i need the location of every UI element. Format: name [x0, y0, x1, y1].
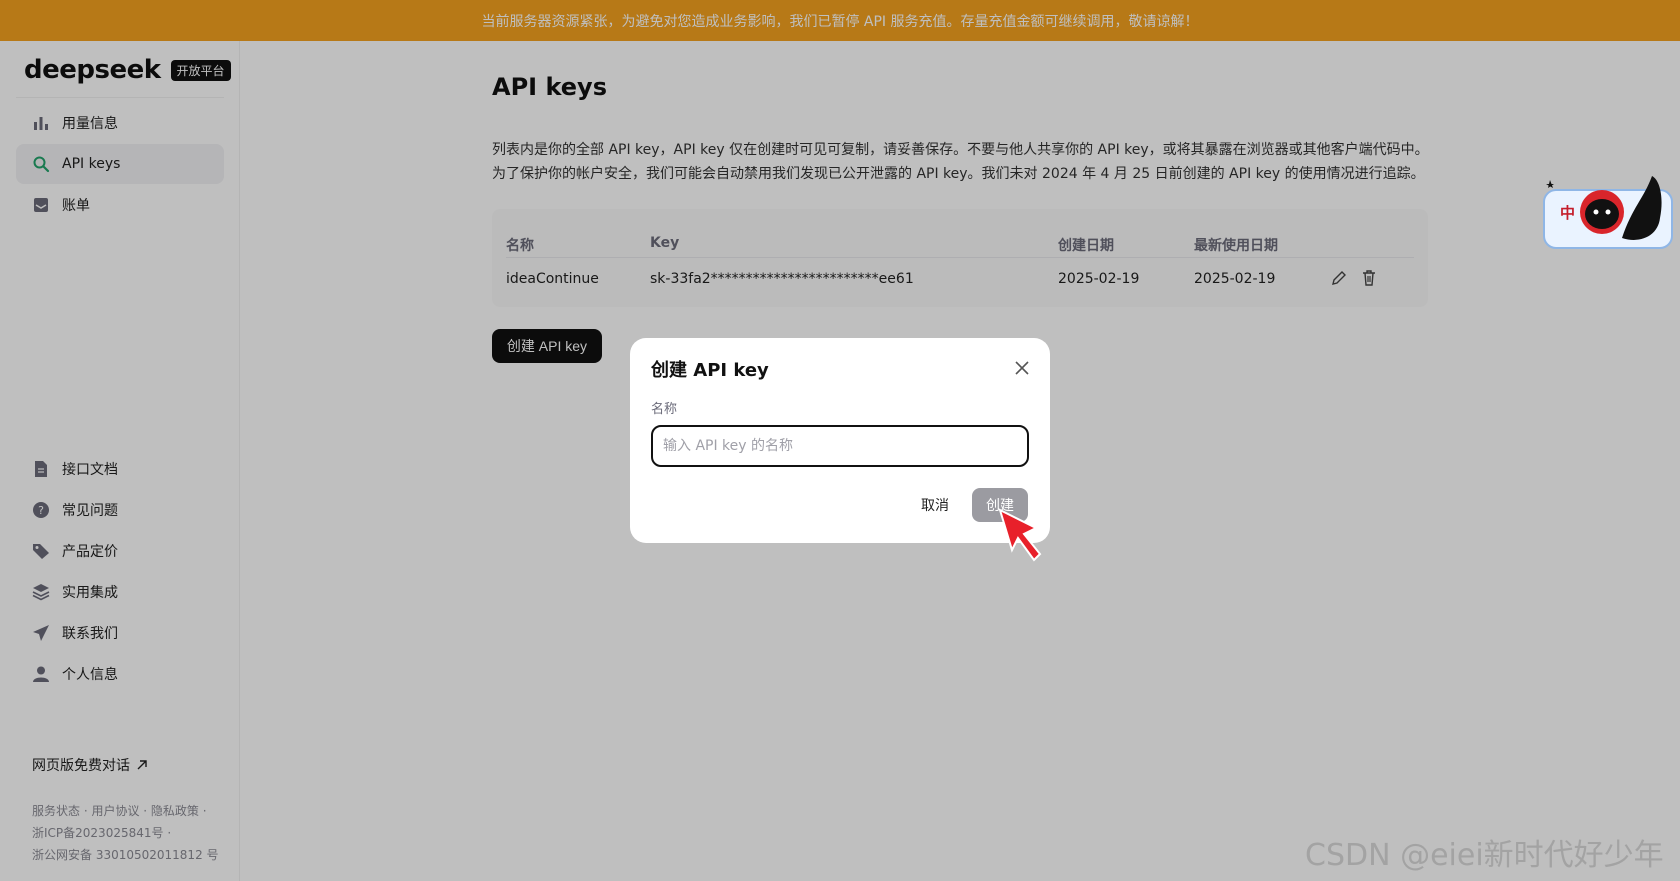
- pointer-arrow-icon: [998, 508, 1042, 562]
- cat-sticker-icon: 中: [1543, 176, 1673, 249]
- create-api-key-modal: 创建 API key 名称 取消 创建: [630, 338, 1050, 543]
- close-icon[interactable]: [1014, 360, 1030, 376]
- svg-text:中: 中: [1560, 204, 1575, 222]
- cancel-button[interactable]: 取消: [910, 488, 960, 522]
- csdn-watermark: CSDN @eiei新时代好少年: [1305, 838, 1664, 873]
- modal-title: 创建 API key: [651, 360, 769, 381]
- api-key-name-input[interactable]: [651, 425, 1029, 467]
- name-label: 名称: [651, 402, 678, 417]
